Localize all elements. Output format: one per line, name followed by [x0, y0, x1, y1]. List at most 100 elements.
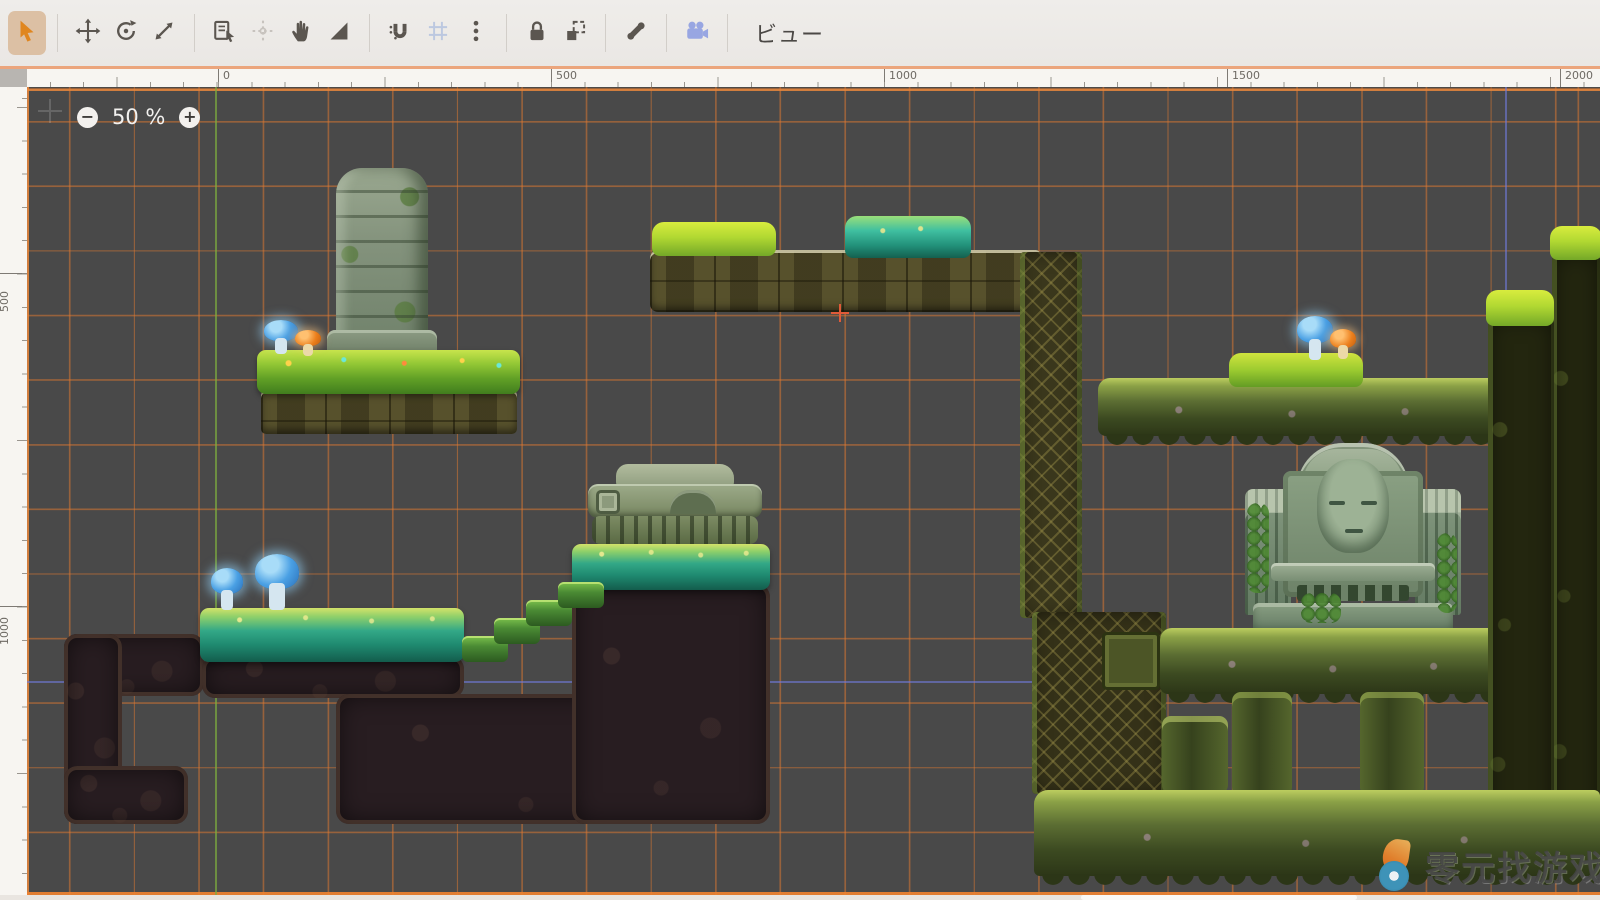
wall-grass-cap[interactable]	[1550, 226, 1600, 260]
moss-block[interactable]	[1162, 716, 1228, 794]
vertical-dots-icon	[463, 18, 489, 48]
bone-icon	[623, 18, 649, 48]
scale-tool-button[interactable]	[145, 11, 183, 55]
grid-snap-icon	[425, 18, 451, 48]
list-select-tool-button[interactable]	[206, 11, 244, 55]
plus-icon: +	[183, 109, 196, 125]
horizontal-ruler[interactable]: 0 500 1000 1500 2000	[0, 69, 1600, 87]
select-tool-button[interactable]	[8, 11, 46, 55]
vertical-ruler[interactable]: 500 1000	[0, 87, 27, 895]
dirt-ledge[interactable]	[572, 584, 770, 824]
horizontal-scrollbar-thumb[interactable]	[1081, 895, 1357, 900]
orange-mushroom[interactable]	[295, 330, 321, 356]
view-menu-button[interactable]: ビュー	[739, 11, 840, 55]
group-icon	[562, 18, 588, 48]
list-select-icon	[212, 18, 238, 48]
floating-stone-platform[interactable]	[650, 250, 1040, 312]
toolbar-separator	[194, 14, 195, 52]
stone-tank[interactable]	[588, 464, 762, 546]
ruler-label: 0	[218, 69, 230, 87]
select-arrow-icon	[14, 18, 40, 48]
ruler-label: 1000	[0, 606, 27, 620]
tank-emblem	[596, 490, 620, 514]
left-platform-stone[interactable]	[261, 390, 517, 434]
move-icon	[75, 18, 101, 48]
pan-tool-button[interactable]	[282, 11, 320, 55]
horizontal-scrollbar-track[interactable]	[0, 895, 1600, 900]
blue-mushroom[interactable]	[264, 320, 298, 354]
right-wall-upper-step[interactable]	[1552, 254, 1600, 876]
zoom-in-button[interactable]: +	[179, 107, 200, 128]
ruler-label: 2000	[1560, 69, 1593, 87]
statue-eye	[1329, 501, 1345, 505]
grid-edge-left	[27, 87, 29, 895]
zoom-level-button[interactable]: 50 %	[112, 105, 165, 129]
blue-mushroom[interactable]	[211, 568, 243, 610]
scale-icon	[151, 18, 177, 48]
toolbar-separator	[666, 14, 667, 52]
zoom-widget: − 50 % +	[77, 105, 200, 129]
pivot-tool-button[interactable]	[244, 11, 282, 55]
ruler-label: 1000	[884, 69, 917, 87]
lock-button[interactable]	[518, 11, 556, 55]
carved-column[interactable]	[1020, 252, 1082, 618]
vine-overlay	[1247, 503, 1269, 593]
dirt-under-grass[interactable]	[202, 656, 464, 698]
group-button[interactable]	[556, 11, 594, 55]
y-axis-line	[215, 87, 217, 895]
teal-grass-tuft[interactable]	[845, 216, 971, 258]
mushroom-stem	[275, 338, 287, 354]
node-origin-marker	[831, 304, 849, 322]
pan-hand-icon	[288, 18, 314, 48]
teal-grass-ground[interactable]	[200, 608, 464, 662]
mushroom-stem	[1309, 339, 1322, 360]
left-platform-grass[interactable]	[257, 350, 520, 394]
tank-treads	[592, 516, 758, 544]
lock-icon	[524, 18, 550, 48]
stone-face-statue[interactable]	[1245, 443, 1461, 635]
toolbar-separator	[605, 14, 606, 52]
vine-overlay	[1437, 533, 1457, 613]
zoom-out-button[interactable]: −	[77, 107, 98, 128]
mushroom-stem	[303, 344, 312, 356]
dirt-foot[interactable]	[64, 766, 188, 824]
ruler-triangle-icon	[326, 18, 352, 48]
moss-pillar[interactable]	[1232, 692, 1292, 796]
ruler-tool-button[interactable]	[320, 11, 358, 55]
mushroom-stem	[1338, 345, 1347, 359]
toolbar-separator	[506, 14, 507, 52]
vine-overlay	[1301, 593, 1341, 623]
rotate-tool-button[interactable]	[107, 11, 145, 55]
skeleton-button[interactable]	[617, 11, 655, 55]
rotate-icon	[113, 18, 139, 48]
orange-mushroom[interactable]	[1330, 329, 1356, 359]
toolbar: ビュー	[0, 0, 1600, 66]
toolbar-separator	[727, 14, 728, 52]
mushroom-stem	[269, 583, 285, 610]
editor-viewport[interactable]: − 50 % + 零元找游戏 www.lingliuyx.com www.06z…	[27, 87, 1600, 895]
smart-snap-button[interactable]	[381, 11, 419, 55]
vine-stair-step[interactable]	[558, 582, 604, 608]
statue-face	[1317, 459, 1389, 553]
blue-mushroom[interactable]	[255, 554, 299, 610]
wall-grass-cap[interactable]	[1486, 290, 1554, 326]
move-tool-button[interactable]	[69, 11, 107, 55]
lower-moss-platform[interactable]	[1160, 628, 1520, 694]
grid-snap-button[interactable]	[419, 11, 457, 55]
statue-shelf	[1271, 563, 1435, 581]
yellow-grass-tuft[interactable]	[652, 222, 776, 256]
statue-eye	[1361, 501, 1377, 505]
toolbar-separator	[57, 14, 58, 52]
watermark-flame-logo-icon	[1375, 839, 1419, 891]
blue-mushroom[interactable]	[1297, 316, 1333, 360]
statue-mouth	[1345, 529, 1363, 533]
grid-edge-top	[27, 89, 1600, 91]
toolbar-separator	[369, 14, 370, 52]
snap-options-button[interactable]	[457, 11, 495, 55]
moss-pillar[interactable]	[1360, 692, 1424, 796]
camera-override-button[interactable]	[678, 11, 716, 55]
magnet-icon	[387, 18, 413, 48]
swirl-shape	[1379, 861, 1409, 891]
ghost-crosshair-icon	[38, 99, 62, 123]
view-menu-label: ビュー	[755, 17, 824, 49]
